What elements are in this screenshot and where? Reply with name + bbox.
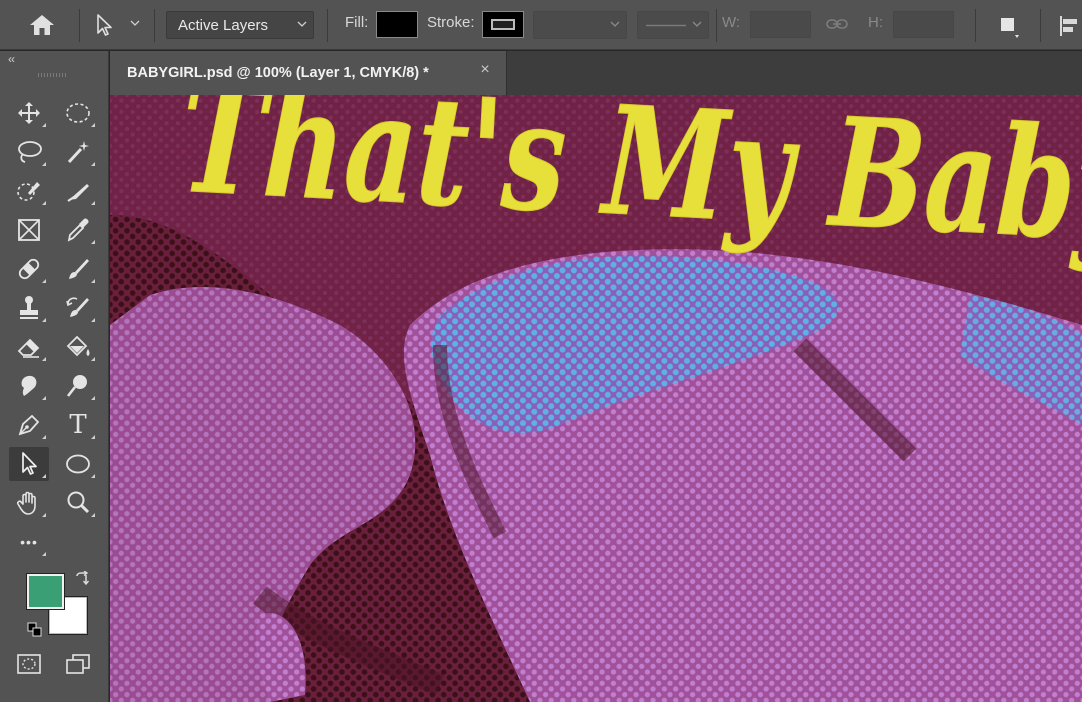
home-icon xyxy=(30,15,54,35)
history-brush-tool[interactable] xyxy=(58,291,98,325)
knife-icon xyxy=(67,184,89,202)
ellipse-icon xyxy=(66,454,90,474)
pen-icon xyxy=(18,414,40,436)
quick-selection-tool[interactable] xyxy=(9,174,49,208)
arrow-icon xyxy=(22,452,37,475)
eraser-icon xyxy=(17,338,40,358)
move-tool[interactable] xyxy=(9,96,49,130)
pen-tool[interactable] xyxy=(9,408,49,442)
quick-mask-icon xyxy=(17,654,41,674)
quick-mask-button[interactable] xyxy=(9,647,49,681)
smudge-icon xyxy=(21,375,37,396)
chevron-down-icon xyxy=(692,21,702,27)
dodge-icon xyxy=(66,375,87,397)
link-icon[interactable] xyxy=(826,17,848,31)
separator xyxy=(154,9,155,42)
swap-colors-icon[interactable] xyxy=(74,571,90,587)
stroke-swatch[interactable] xyxy=(482,11,524,38)
eraser-tool[interactable] xyxy=(9,330,49,364)
direct-selection-arrow-icon xyxy=(97,14,112,36)
home-button[interactable] xyxy=(12,7,72,43)
move-icon xyxy=(18,102,40,124)
brush-icon xyxy=(69,259,89,279)
chevron-down-icon xyxy=(130,20,140,26)
more-icon: ••• xyxy=(20,534,38,550)
panel-grip[interactable] xyxy=(38,73,68,77)
separator xyxy=(975,9,976,42)
type-tool[interactable]: T xyxy=(58,408,98,442)
magic-wand-tool[interactable] xyxy=(58,135,98,169)
chevron-down-icon xyxy=(297,21,307,27)
eyedropper-tool[interactable] xyxy=(58,213,98,247)
magic-wand-icon xyxy=(67,141,89,164)
hand-tool[interactable] xyxy=(9,486,49,520)
tool-preset-picker[interactable] xyxy=(88,9,148,41)
smudge-tool[interactable] xyxy=(9,369,49,403)
lasso-tool[interactable] xyxy=(9,135,49,169)
hand-icon xyxy=(17,491,36,515)
collapse-panel-button[interactable]: ‹‹ xyxy=(8,52,15,66)
document-tab-title: BABYGIRL.psd @ 100% (Layer 1, CMYK/8) * xyxy=(127,65,429,81)
foreground-color-swatch[interactable] xyxy=(26,573,65,610)
slice-tool[interactable] xyxy=(58,174,98,208)
select-mode-dropdown[interactable]: Active Layers xyxy=(166,11,314,39)
elliptical-marquee-tool[interactable] xyxy=(58,96,98,130)
width-input[interactable] xyxy=(750,11,811,38)
paint-bucket-tool[interactable] xyxy=(58,330,98,364)
eyedropper-icon xyxy=(67,218,89,242)
frame-icon xyxy=(18,219,40,241)
screen-mode-icon xyxy=(66,654,90,674)
height-input[interactable] xyxy=(893,11,954,38)
separator xyxy=(327,9,328,42)
separator xyxy=(1040,9,1041,42)
stroke-label: Stroke: xyxy=(427,14,475,31)
lasso-icon xyxy=(18,141,42,163)
dodge-tool[interactable] xyxy=(58,369,98,403)
width-label: W: xyxy=(722,14,741,31)
spot-healing-tool[interactable] xyxy=(9,252,49,286)
fill-swatch[interactable] xyxy=(376,11,418,38)
frame-tool[interactable] xyxy=(9,213,49,247)
document-canvas[interactable]: That's My Baby xyxy=(110,95,1082,702)
separator xyxy=(79,9,80,42)
screen-mode-button[interactable] xyxy=(58,647,98,681)
stroke-preview xyxy=(491,19,515,30)
document-tab[interactable]: BABYGIRL.psd @ 100% (Layer 1, CMYK/8) * … xyxy=(110,51,507,95)
chevron-down-icon xyxy=(610,21,620,27)
zoom-icon xyxy=(67,491,90,514)
path-alignment-button[interactable] xyxy=(1056,10,1082,40)
line-style-icon xyxy=(646,24,686,27)
paint-bucket-icon xyxy=(66,335,90,357)
fill-label: Fill: xyxy=(345,14,369,31)
history-brush-icon xyxy=(66,297,89,317)
zoom-tool[interactable] xyxy=(58,486,98,520)
options-bar: Active Layers Fill: Stroke: W: H: xyxy=(0,0,1082,50)
height-label: H: xyxy=(868,14,883,31)
canvas-artwork: That's My Baby xyxy=(110,95,1082,702)
clone-stamp-tool[interactable] xyxy=(9,291,49,325)
ellipse-tool[interactable] xyxy=(58,447,98,481)
path-operations-button[interactable] xyxy=(993,10,1029,40)
brush-tool[interactable] xyxy=(58,252,98,286)
path-operations-icon xyxy=(1001,18,1019,38)
stroke-type-dropdown[interactable] xyxy=(637,11,709,39)
path-alignment-icon xyxy=(1060,16,1077,36)
stamp-icon xyxy=(20,296,38,319)
select-mode-value: Active Layers xyxy=(178,16,269,34)
separator xyxy=(716,9,717,42)
document-tab-bar: BABYGIRL.psd @ 100% (Layer 1, CMYK/8) * … xyxy=(110,51,1082,95)
tools-panel: ‹‹ T ••• xyxy=(0,51,109,702)
bandage-icon xyxy=(18,258,40,280)
default-colors-icon[interactable] xyxy=(27,622,43,638)
type-icon: T xyxy=(69,410,87,440)
quick-selection-icon xyxy=(17,182,40,201)
close-tab-button[interactable]: × xyxy=(477,62,493,78)
ellipse-marquee-icon xyxy=(66,103,90,123)
direct-selection-tool[interactable] xyxy=(9,447,49,481)
stroke-width-field[interactable] xyxy=(533,11,627,39)
edit-toolbar[interactable]: ••• xyxy=(9,525,49,559)
